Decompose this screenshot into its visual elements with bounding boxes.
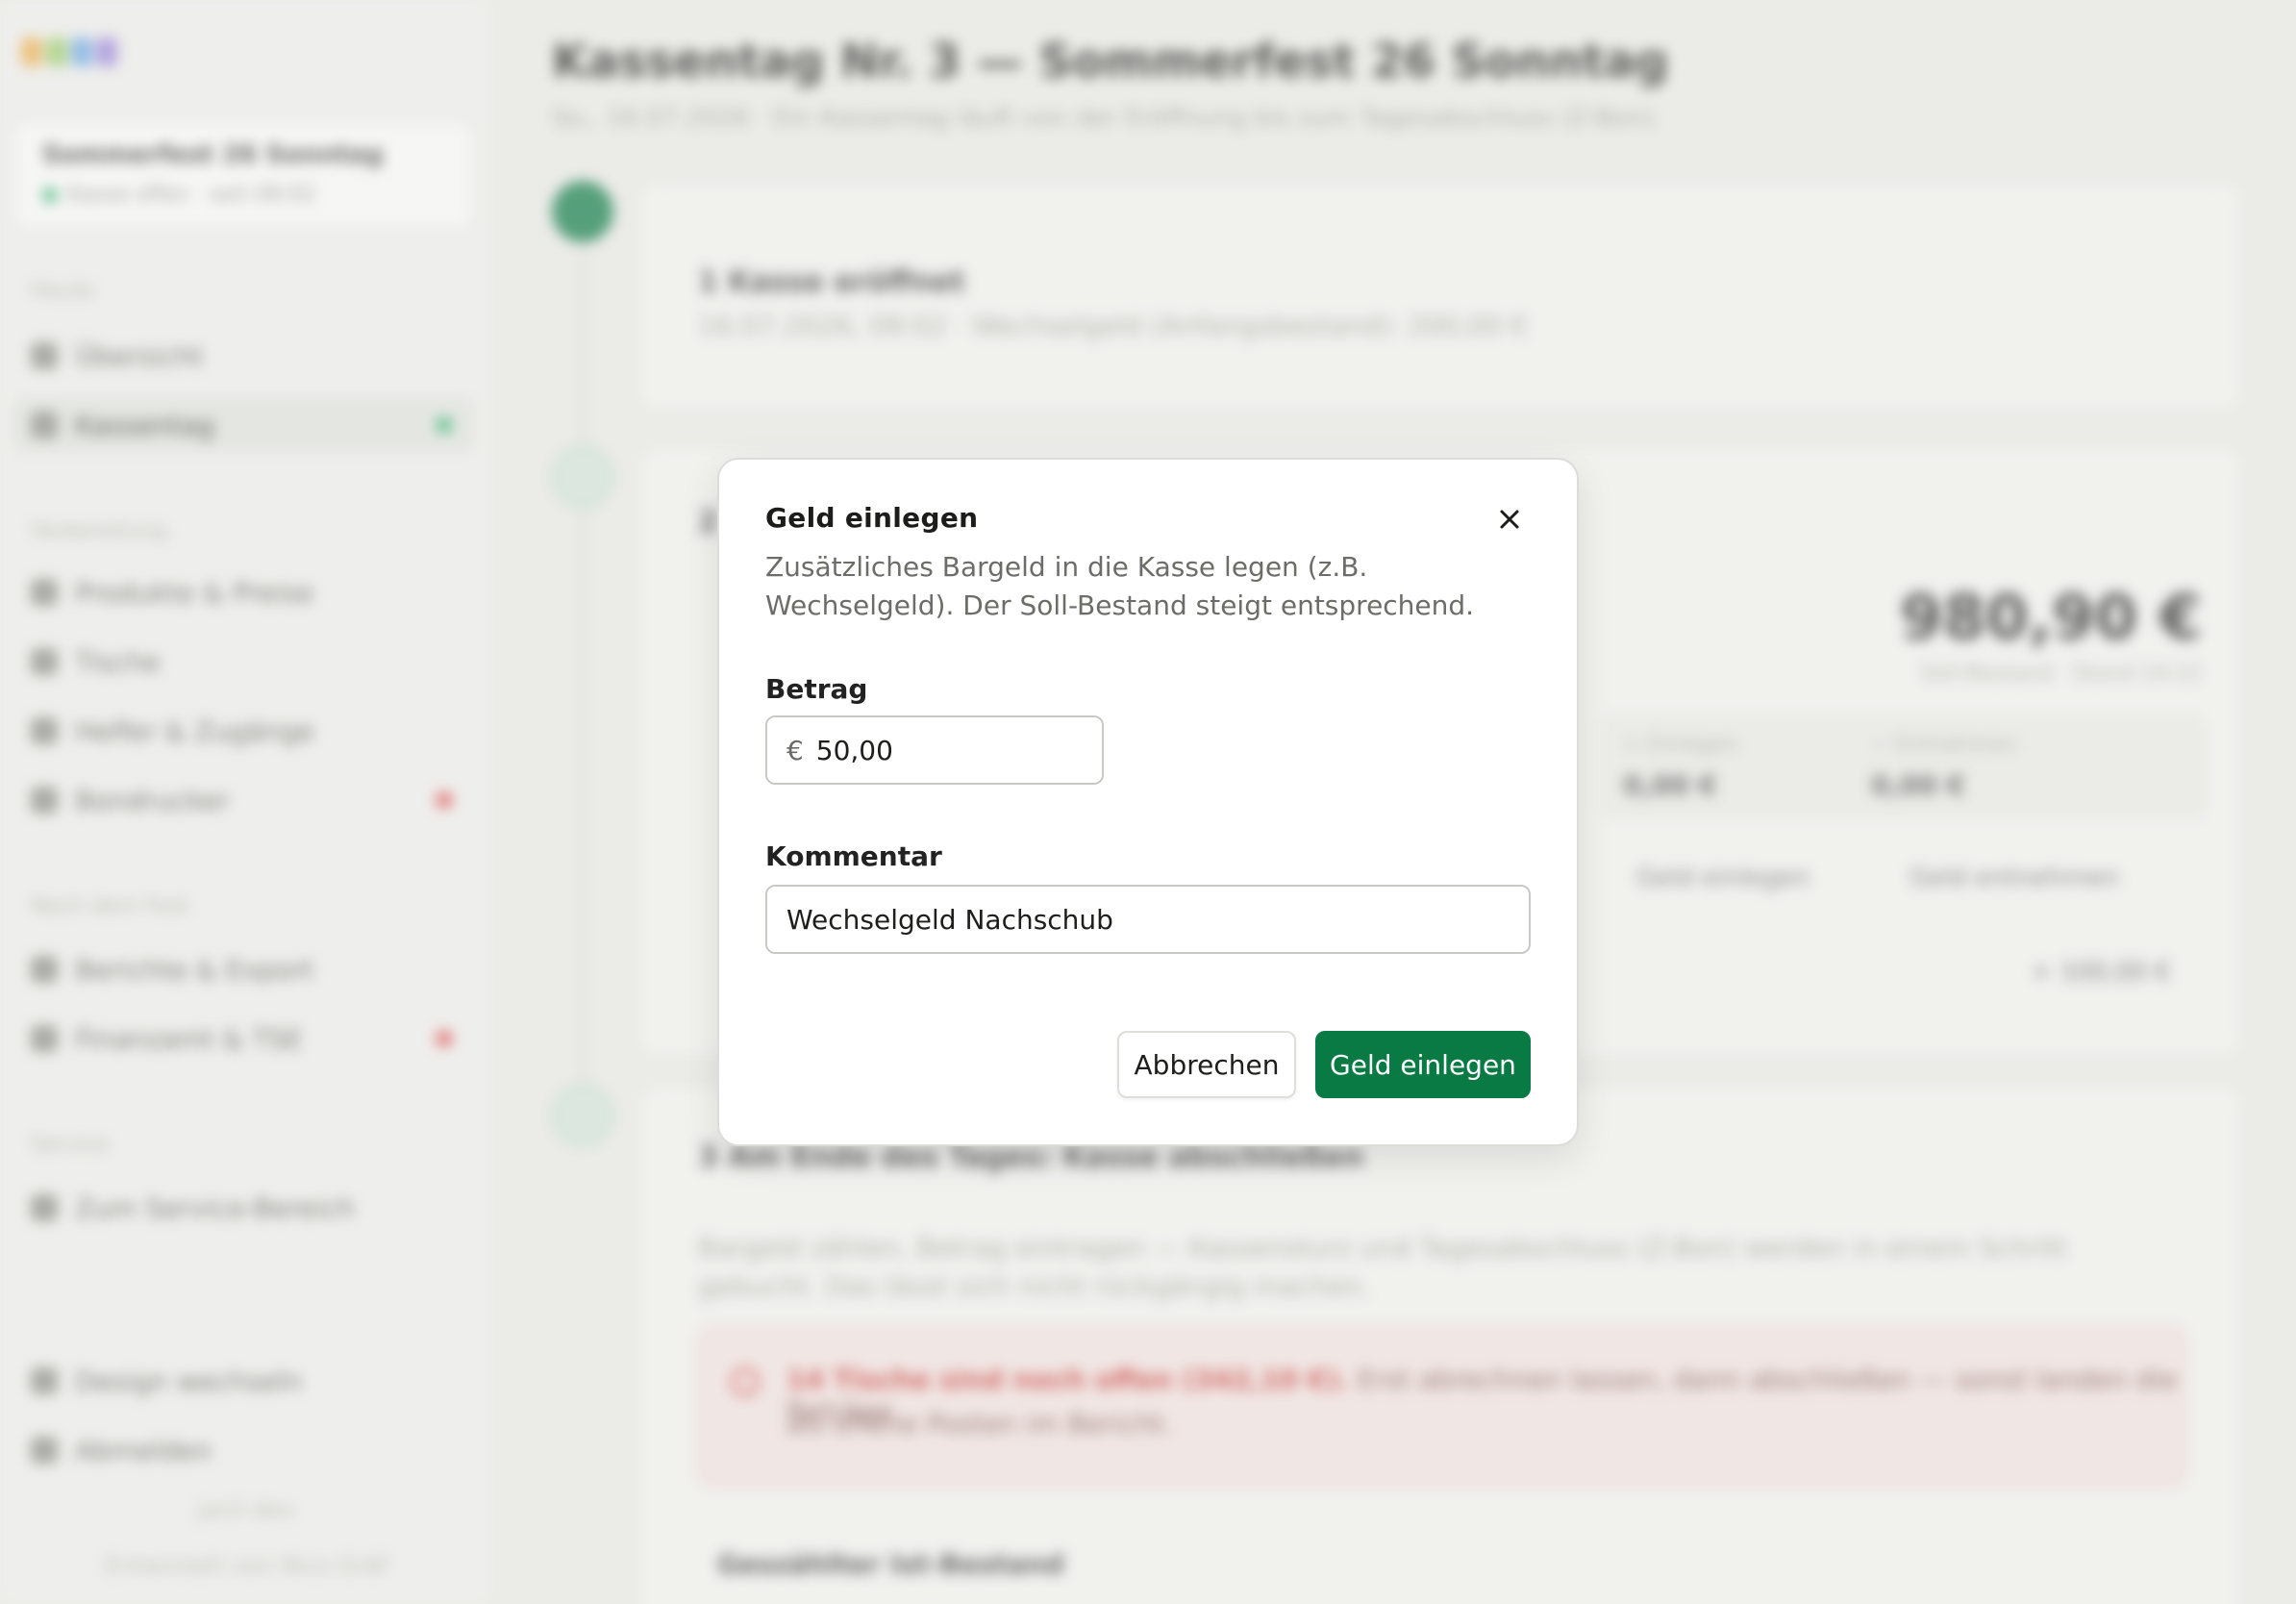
- submit-deposit-button[interactable]: Geld einlegen: [1315, 1031, 1531, 1098]
- amount-label: Betrag: [765, 673, 868, 705]
- dialog-description: Zusätzliches Bargeld in die Kasse legen …: [765, 551, 1475, 621]
- cancel-button[interactable]: Abbrechen: [1117, 1031, 1296, 1098]
- deposit-dialog: Geld einlegen Zusätzliches Bargeld in di…: [717, 458, 1579, 1146]
- close-button[interactable]: [1492, 502, 1527, 537]
- dialog-title: Geld einlegen: [765, 502, 979, 534]
- close-icon: [1500, 510, 1519, 529]
- euro-icon: €: [786, 734, 804, 766]
- comment-label: Kommentar: [765, 840, 942, 872]
- amount-input[interactable]: [815, 717, 1102, 783]
- amount-field[interactable]: €: [765, 715, 1104, 785]
- comment-input[interactable]: [786, 887, 1529, 952]
- comment-field[interactable]: [765, 885, 1531, 954]
